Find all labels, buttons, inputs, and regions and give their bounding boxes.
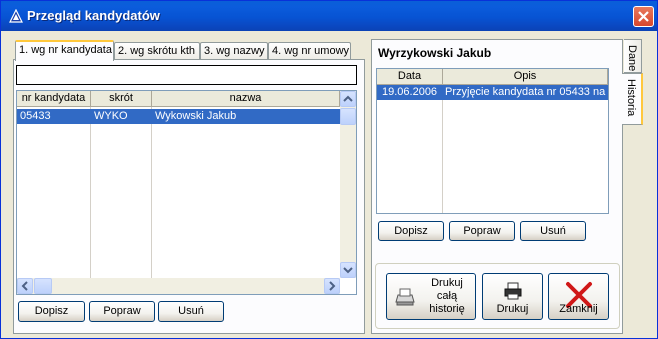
cell-opis: Przyjęcie kandydata nr 05433 na c bbox=[445, 86, 608, 98]
tab-label: 4. wg nr umowy bbox=[272, 45, 350, 57]
cell-data: 19.06.2006 bbox=[382, 86, 438, 98]
column-header-nazwa[interactable]: nazwa bbox=[152, 91, 340, 107]
print-history-button[interactable]: Drukuj całą historię bbox=[386, 273, 476, 320]
dialog-window: Przegląd kandydatów 1. wg nr kandydata 2… bbox=[0, 0, 658, 339]
close-label: Zamknij bbox=[559, 303, 598, 315]
history-table[interactable]: Data Opis 19.06.2006 Przyjęcie kandydata… bbox=[376, 68, 609, 214]
search-input[interactable] bbox=[16, 65, 357, 85]
title-bar[interactable]: Przegląd kandydatów bbox=[1, 1, 657, 31]
print-history-label-3: historię bbox=[429, 303, 465, 315]
tab-historia-label: Historia bbox=[625, 79, 637, 117]
column-header-data[interactable]: Data bbox=[377, 69, 443, 85]
horizontal-scrollbar[interactable] bbox=[17, 278, 340, 294]
arrow-left-icon bbox=[21, 281, 28, 291]
history-edit-button[interactable]: Popraw bbox=[449, 221, 515, 241]
scroll-thumb[interactable] bbox=[340, 108, 356, 125]
vertical-scrollbar[interactable] bbox=[340, 91, 356, 278]
printer-icon bbox=[395, 288, 415, 306]
tab-nr-umowy[interactable]: 4. wg nr umowy bbox=[268, 42, 351, 60]
cell-skrot: WYKO bbox=[94, 110, 128, 122]
tab-label: 2. wg skrótu kth bbox=[118, 45, 196, 57]
history-delete-button[interactable]: Usuń bbox=[520, 221, 586, 241]
tab-label: 1. wg nr kandydata bbox=[19, 44, 112, 56]
candidate-name: Wyrzykowski Jakub bbox=[378, 46, 492, 60]
tab-dane-label: Dane bbox=[626, 45, 638, 72]
tab-nr-kandydata[interactable]: 1. wg nr kandydata bbox=[15, 40, 114, 61]
printer-icon bbox=[504, 282, 522, 300]
history-add-button[interactable]: Dopisz bbox=[378, 221, 444, 241]
add-button[interactable]: Dopisz bbox=[18, 301, 85, 322]
scroll-left-button[interactable] bbox=[17, 278, 33, 294]
scroll-up-button[interactable] bbox=[340, 91, 356, 107]
print-button[interactable]: Drukuj bbox=[482, 273, 543, 320]
tab-dane[interactable]: Dane bbox=[624, 39, 642, 73]
tab-nazwa[interactable]: 3. wg nazwy bbox=[200, 42, 268, 60]
app-icon bbox=[9, 9, 23, 23]
print-label: Drukuj bbox=[496, 303, 529, 315]
print-history-label-2: całą bbox=[436, 290, 458, 302]
scroll-thumb[interactable] bbox=[34, 278, 52, 294]
candidates-table[interactable]: nr kandydata skrót nazwa 05433 WYKO Wyko… bbox=[16, 90, 357, 295]
tab-historia[interactable]: Historia bbox=[622, 73, 643, 125]
column-header-nr[interactable]: nr kandydata bbox=[17, 91, 91, 107]
close-icon bbox=[638, 11, 649, 22]
print-history-label-1: Drukuj bbox=[431, 277, 463, 289]
table-row[interactable]: 05433 WYKO Wykowski Jakub bbox=[17, 109, 340, 124]
window-close-button[interactable] bbox=[633, 6, 654, 27]
arrow-right-icon bbox=[329, 281, 336, 291]
column-header-skrot[interactable]: skrót bbox=[91, 91, 152, 107]
delete-button[interactable]: Usuń bbox=[158, 301, 224, 322]
arrow-up-icon bbox=[343, 95, 353, 102]
edit-button[interactable]: Popraw bbox=[89, 301, 155, 322]
scroll-right-button[interactable] bbox=[324, 278, 340, 294]
tab-skrot-kth[interactable]: 2. wg skrótu kth bbox=[114, 42, 200, 60]
cell-nazwa: Wykowski Jakub bbox=[155, 110, 237, 122]
column-header-opis[interactable]: Opis bbox=[443, 69, 608, 85]
cell-nr: 05433 bbox=[20, 110, 51, 122]
arrow-down-icon bbox=[343, 267, 353, 274]
tab-label: 3. wg nazwy bbox=[204, 45, 265, 57]
scroll-down-button[interactable] bbox=[340, 262, 356, 278]
table-row[interactable]: 19.06.2006 Przyjęcie kandydata nr 05433 … bbox=[377, 85, 608, 100]
window-title: Przegląd kandydatów bbox=[27, 8, 160, 23]
close-button[interactable]: Zamknij bbox=[548, 273, 609, 320]
